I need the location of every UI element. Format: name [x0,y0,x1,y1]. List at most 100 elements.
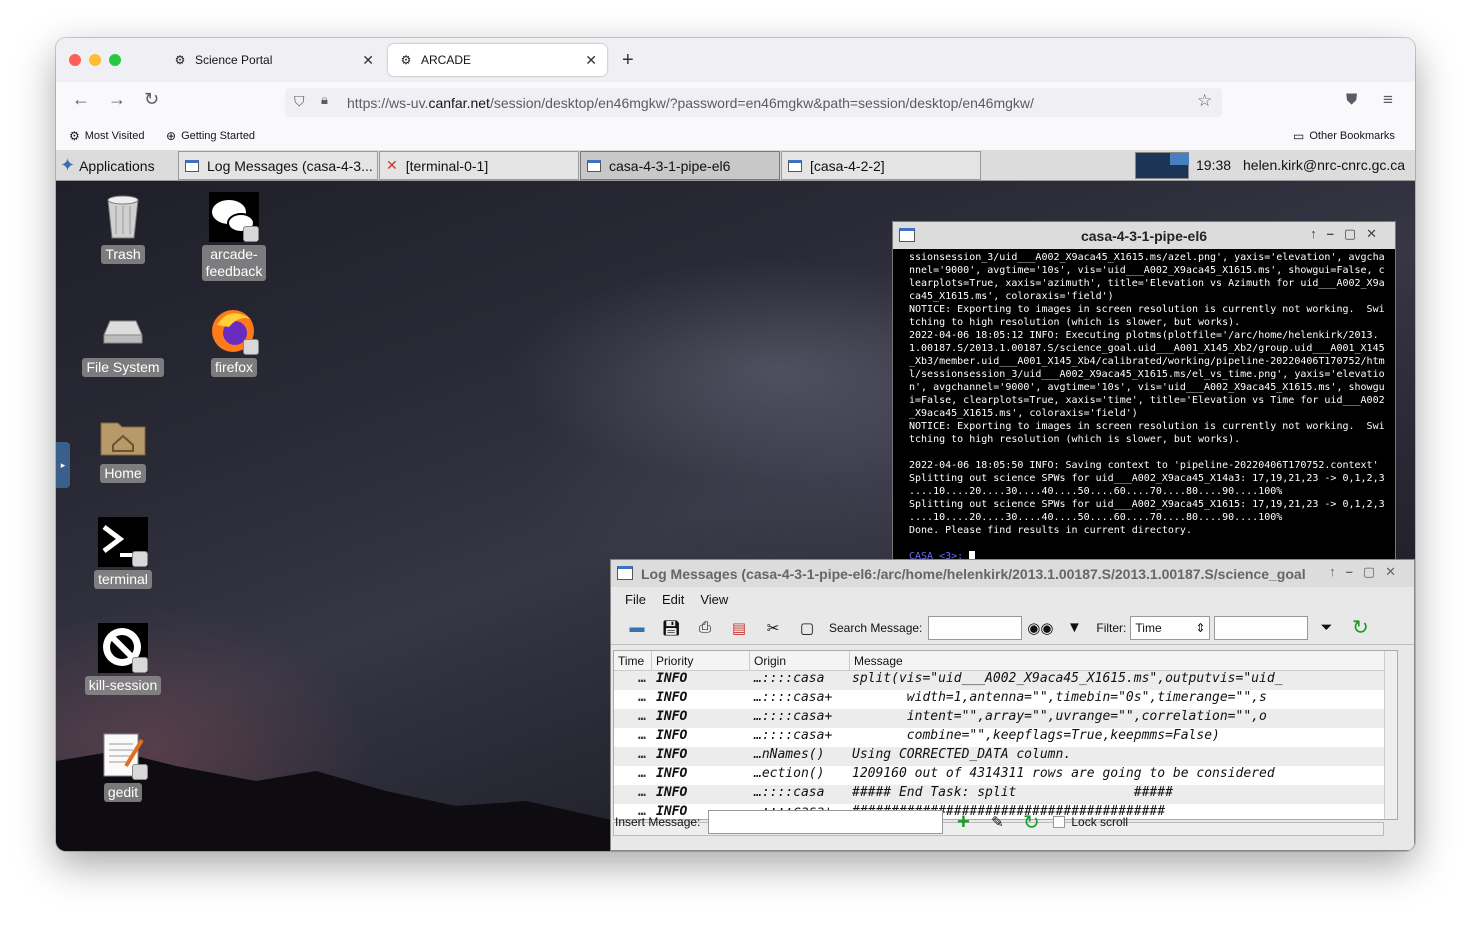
minimize-window-button[interactable] [89,54,101,66]
col-message[interactable]: Message [850,651,1397,670]
binoculars-icon[interactable]: ◉◉ [1027,616,1053,640]
taskbar-panel: ✦ Applications Log Messages (casa-4-3...… [56,150,1415,181]
new-tab-button[interactable]: + [622,49,634,72]
filter-input[interactable] [1214,615,1309,640]
search-message-input[interactable] [928,615,1023,640]
menu-edit[interactable]: Edit [662,592,684,607]
close-tab-icon[interactable]: ✕ [362,52,374,69]
edit-icon[interactable]: ✎ [985,810,1009,834]
tab-science-portal[interactable]: ⚙ Science Portal ✕ [162,44,384,76]
vertical-scrollbar[interactable] [1384,651,1397,819]
desktop-icon-kill-session[interactable]: kill-session [78,623,168,695]
table-row[interactable]: … INFO …::::casa+ intent="",array="",uvran… [614,709,1397,728]
bookmarks-bar: ⚙ Most Visited ⊕ Getting Started ▭ Other Bo… [56,122,1415,150]
col-time[interactable]: Time [614,651,652,670]
insert-message-input[interactable] [708,810,944,834]
menu-view[interactable]: View [700,592,728,607]
add-icon[interactable]: + [951,809,975,834]
table-row[interactable]: … INFO …::::casa split(vis="uid___A002_X9ac… [614,671,1397,690]
refresh-icon[interactable]: ↻ [1019,810,1043,834]
desktop-icon-arcade-feedback[interactable]: arcade- feedback [189,192,279,281]
desktop-icon-trash[interactable]: Trash [78,192,168,264]
funnel-icon[interactable]: ⏷ [1314,616,1338,640]
filter-down-icon[interactable]: ▼ [1062,616,1086,640]
terminal-titlebar[interactable]: casa-4-3-1-pipe-el6 ↑–▢✕ [893,222,1395,249]
copy-icon[interactable]: ▢ [795,616,819,640]
desktop-icon-gedit[interactable]: gedit [78,730,168,802]
close-tab-icon[interactable]: ✕ [585,52,597,69]
back-icon[interactable]: ← [72,89,90,110]
cut-icon[interactable]: ✂ [761,616,785,640]
browser-window: ⚙ Science Portal ✕ ⚙ ARCADE ✕ + ← → ↻ ⛉ … [56,38,1415,851]
url-domain: canfar.net [428,94,490,111]
window-controls[interactable]: ↑–▢✕ [1310,226,1387,242]
reload-icon[interactable]: ↻ [144,89,159,110]
taskbar-terminal[interactable]: ✕ [terminal-0-1] [379,151,579,180]
text-editor-icon [98,730,148,780]
taskbar-log-messages[interactable]: Log Messages (casa-4-3... [178,151,378,180]
col-origin[interactable]: Origin [750,651,850,670]
taskbar-casa-pipe[interactable]: casa-4-3-1-pipe-el6 [580,151,780,180]
pdf-icon[interactable]: ▤ [727,616,751,640]
lock-icon[interactable]: 🔒︎ [321,92,328,108]
xfce-mouse-icon: ✦ [60,155,76,175]
insert-message-bar: Insert Message: + ✎ ↻ Lock scroll [611,804,1414,840]
bookmark-star-icon[interactable]: ☆ [1197,91,1212,111]
filter-select[interactable]: Time ⇕ [1130,615,1211,640]
trash-icon [98,192,148,242]
print-icon[interactable]: ⎙ [693,616,717,640]
cell-message: ##### End Task: split ##### [852,785,1173,800]
bookmark-other[interactable]: ▭ Other Bookmarks [1293,129,1395,143]
desktop-icon-firefox[interactable]: firefox [189,305,279,377]
desktop-icon-file-system[interactable]: File System [78,305,168,377]
open-icon[interactable]: ▬ [625,616,649,640]
cell-message: 1209160 out of 4314311 rows are going to… [852,766,1275,781]
tab-arcade[interactable]: ⚙ ARCADE ✕ [388,44,607,76]
table-row[interactable]: … INFO …nNames() Using CORRECTED_DATA colum… [614,747,1397,766]
workspace-switcher[interactable] [1135,152,1189,179]
forward-icon[interactable]: → [108,89,126,110]
applications-label: Applications [79,157,155,174]
bookmark-label: Getting Started [181,130,256,142]
applications-menu[interactable]: ✦ Applications [60,155,155,176]
lock-scroll-checkbox[interactable] [1053,816,1066,828]
taskbar-casa-422[interactable]: [casa-4-2-2] [781,151,981,180]
zoom-window-button[interactable] [109,54,121,66]
cell-priority: INFO [656,728,688,743]
cell-priority: INFO [656,671,688,686]
window-icon [587,159,601,172]
desktop-icon-home[interactable]: Home [78,411,168,483]
terminal-output[interactable]: ssionsession_3/uid___A002_X9aca45_X1615.… [893,249,1395,563]
table-row[interactable]: … INFO …::::casa+ width=1,antenna="",timeb… [614,690,1397,709]
terminal-icon [98,517,148,567]
menu-file[interactable]: File [625,592,646,607]
lock-scroll-label: Lock scroll [1071,815,1129,829]
log-titlebar[interactable]: Log Messages (casa-4-3-1-pipe-el6:/arc/h… [611,560,1414,587]
icon-label: arcade- feedback [201,245,267,281]
terminal-window: casa-4-3-1-pipe-el6 ↑–▢✕ ssionsession_3/… [892,221,1396,566]
col-priority[interactable]: Priority [652,651,750,670]
menu-icon[interactable]: ≡ [1383,90,1393,110]
close-window-button[interactable] [69,54,81,66]
table-row[interactable]: … INFO …::::casa ##### End Task: split ####… [614,785,1397,804]
pocket-icon[interactable]: ⛊ [1346,91,1357,108]
log-rows: … INFO …::::casa split(vis="uid___A002_X9ac… [614,671,1397,819]
taskbar-label: [casa-4-2-2] [810,157,885,174]
window-controls[interactable]: ↑–▢✕ [1325,564,1406,580]
side-panel-handle[interactable]: ▸ [56,442,70,488]
cell-origin: …::::casa [754,671,825,686]
url-bar[interactable]: ⛉ 🔒︎ https://ws-uv. canfar.net/session/de… [285,88,1222,117]
taskbar-label: [terminal-0-1] [405,157,489,174]
shield-icon[interactable]: ⛉ [294,93,305,110]
table-row[interactable]: … INFO …::::casa+ combine="",keepflags=Tru… [614,728,1397,747]
panel-user: helen.kirk@nrc-cnrc.gc.ca [1243,157,1406,173]
save-icon[interactable]: 💾︎ [659,616,683,640]
desktop-icon-terminal[interactable]: terminal [78,517,168,589]
bookmark-getting-started[interactable]: ⊕ Getting Started [166,129,255,143]
cell-origin: …::::casa+ [754,728,833,743]
table-row[interactable]: … INFO …ection() 1209160 out of 4314311 row… [614,766,1397,785]
url-path: /session/desktop/en46mgkw/?password=en46… [489,94,1034,111]
cell-message: combine="",keepflags=True,keepmms=False) [852,728,1220,743]
bookmark-most-visited[interactable]: ⚙ Most Visited [69,129,144,143]
refresh-icon[interactable]: ↻ [1348,616,1372,640]
